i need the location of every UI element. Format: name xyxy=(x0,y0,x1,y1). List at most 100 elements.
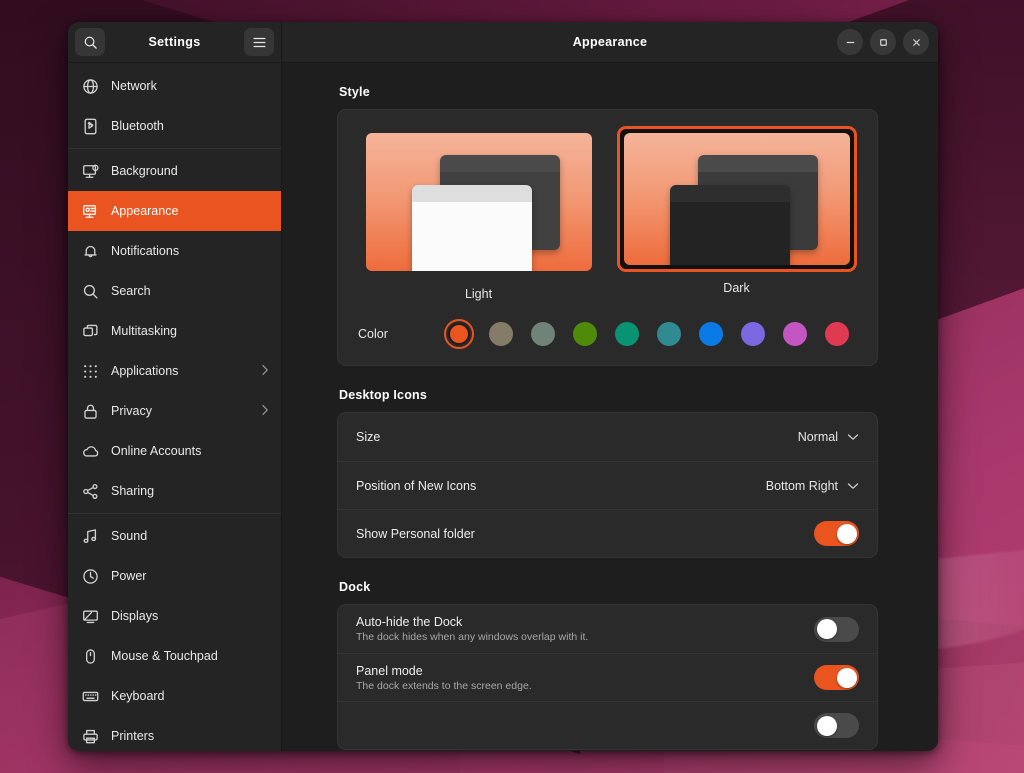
preview-window-front xyxy=(412,185,532,271)
accent-swatch-sage[interactable] xyxy=(528,319,558,349)
row-subtitle: The dock extends to the screen edge. xyxy=(356,680,814,692)
window-controls xyxy=(837,29,929,55)
row-text: Auto-hide the Dock The dock hides when a… xyxy=(356,615,814,643)
share-icon xyxy=(82,483,99,500)
sidebar-item-privacy[interactable]: Privacy xyxy=(68,391,281,431)
desktop-icons-card: Size Normal Position of New xyxy=(337,412,878,558)
sidebar-item-label: Displays xyxy=(111,609,269,623)
partially-visible-toggle[interactable] xyxy=(814,713,859,738)
dark-theme-preview xyxy=(624,133,850,265)
accent-swatch-viridian[interactable] xyxy=(612,319,642,349)
show-personal-folder-toggle[interactable] xyxy=(814,521,859,546)
main-menu-button[interactable] xyxy=(244,28,274,56)
settings-window: Settings Appearance xyxy=(68,22,938,751)
sidebar-item-label: Mouse & Touchpad xyxy=(111,649,269,663)
panel-mode-toggle[interactable] xyxy=(814,665,859,690)
sidebar-item-label: Multitasking xyxy=(111,324,269,338)
accent-swatch-blue[interactable] xyxy=(696,319,726,349)
sidebar-item-label: Online Accounts xyxy=(111,444,269,458)
position-dropdown[interactable]: Bottom Right xyxy=(766,479,859,493)
sidebar-item-applications[interactable]: Applications xyxy=(68,351,281,391)
row-auto-hide-dock[interactable]: Auto-hide the Dock The dock hides when a… xyxy=(338,605,877,653)
auto-hide-dock-toggle[interactable] xyxy=(814,617,859,642)
sidebar-item-label: Printers xyxy=(111,729,269,743)
accent-swatch-red[interactable] xyxy=(822,319,852,349)
desktop-icons-section: Desktop Icons Size Normal xyxy=(337,388,878,558)
search-icon xyxy=(83,35,98,50)
settings-sidebar[interactable]: Network Bluetooth Background AppearanceNoti… xyxy=(68,63,282,751)
row-size[interactable]: Size Normal xyxy=(338,413,877,461)
display-icon xyxy=(82,608,99,625)
swatch-fill xyxy=(699,322,723,346)
row-panel-mode[interactable]: Panel mode The dock extends to the scree… xyxy=(338,653,877,701)
accent-swatch-prussian[interactable] xyxy=(654,319,684,349)
dock-card: Auto-hide the Dock The dock hides when a… xyxy=(337,604,878,750)
close-button[interactable] xyxy=(903,29,929,55)
style-option-dark[interactable]: Dark xyxy=(617,126,857,301)
bluetooth-icon xyxy=(82,118,99,135)
swatch-fill xyxy=(448,323,470,345)
row-partially-visible[interactable] xyxy=(338,701,877,749)
row-show-personal-folder[interactable]: Show Personal folder xyxy=(338,509,877,557)
sidebar-item-label: Network xyxy=(111,79,269,93)
keyboard-icon xyxy=(82,688,99,705)
sidebar-item-label: Bluetooth xyxy=(111,119,269,133)
accent-swatch-magenta[interactable] xyxy=(780,319,810,349)
sidebar-item-sound[interactable]: Sound xyxy=(68,516,281,556)
dock-section: Dock Auto-hide the Dock The dock hides w… xyxy=(337,580,878,750)
sidebar-item-printers[interactable]: Printers xyxy=(68,716,281,751)
sidebar-item-multitasking[interactable]: Multitasking xyxy=(68,311,281,351)
sidebar-item-background[interactable]: Background xyxy=(68,151,281,191)
accent-swatch-olive[interactable] xyxy=(570,319,600,349)
swatch-fill xyxy=(615,322,639,346)
style-option-light[interactable]: Light xyxy=(359,126,599,301)
swatch-fill xyxy=(825,322,849,346)
sidebar-item-label: Background xyxy=(111,164,269,178)
style-card: Light xyxy=(337,109,878,366)
window-body: Network Bluetooth Background AppearanceNoti… xyxy=(68,63,938,751)
sidebar-item-keyboard[interactable]: Keyboard xyxy=(68,676,281,716)
sidebar-item-label: Privacy xyxy=(111,404,249,418)
hamburger-menu-icon xyxy=(252,36,267,49)
accent-swatch-bark[interactable] xyxy=(486,319,516,349)
cloud-icon xyxy=(82,443,99,460)
accent-swatch-orange[interactable] xyxy=(444,319,474,349)
style-thumb-wrap xyxy=(359,126,599,278)
sidebar-item-online-accounts[interactable]: Online Accounts xyxy=(68,431,281,471)
accent-color-row: Color xyxy=(338,309,877,365)
search-button[interactable] xyxy=(75,28,105,56)
sidebar-item-network[interactable]: Network xyxy=(68,66,281,106)
sidebar-item-search[interactable]: Search xyxy=(68,271,281,311)
appearance-panel: Style xyxy=(282,63,938,751)
accent-color-label: Color xyxy=(358,327,444,341)
sidebar-item-mouse-touchpad[interactable]: Mouse & Touchpad xyxy=(68,636,281,676)
accent-swatch-purple[interactable] xyxy=(738,319,768,349)
sidebar-item-power[interactable]: Power xyxy=(68,556,281,596)
row-label: Panel mode xyxy=(356,664,814,678)
sidebar-item-appearance[interactable]: Appearance xyxy=(68,191,281,231)
accent-color-swatches[interactable] xyxy=(444,319,852,349)
minimize-button[interactable] xyxy=(837,29,863,55)
desktop-icons-section-title: Desktop Icons xyxy=(337,388,878,402)
sidebar-item-bluetooth[interactable]: Bluetooth xyxy=(68,106,281,146)
row-text: Position of New Icons xyxy=(356,479,766,493)
style-choices: Light xyxy=(338,110,877,309)
sidebar-item-notifications[interactable]: Notifications xyxy=(68,231,281,271)
window-titlebar: Settings Appearance xyxy=(68,22,938,63)
close-icon xyxy=(911,37,922,48)
maximize-button[interactable] xyxy=(870,29,896,55)
size-dropdown[interactable]: Normal xyxy=(798,430,859,444)
toggle-knob xyxy=(817,716,837,736)
sidebar-separator xyxy=(68,148,281,149)
row-label: Size xyxy=(356,430,798,444)
row-label: Show Personal folder xyxy=(356,527,814,541)
sidebar-item-label: Applications xyxy=(111,364,249,378)
row-position-of-new-icons[interactable]: Position of New Icons Bottom Right xyxy=(338,461,877,509)
dock-section-title: Dock xyxy=(337,580,878,594)
minimize-icon xyxy=(845,37,856,48)
swatch-fill xyxy=(741,322,765,346)
sidebar-item-sharing[interactable]: Sharing xyxy=(68,471,281,511)
music-note-icon xyxy=(82,528,99,545)
swatch-fill xyxy=(783,322,807,346)
sidebar-item-displays[interactable]: Displays xyxy=(68,596,281,636)
